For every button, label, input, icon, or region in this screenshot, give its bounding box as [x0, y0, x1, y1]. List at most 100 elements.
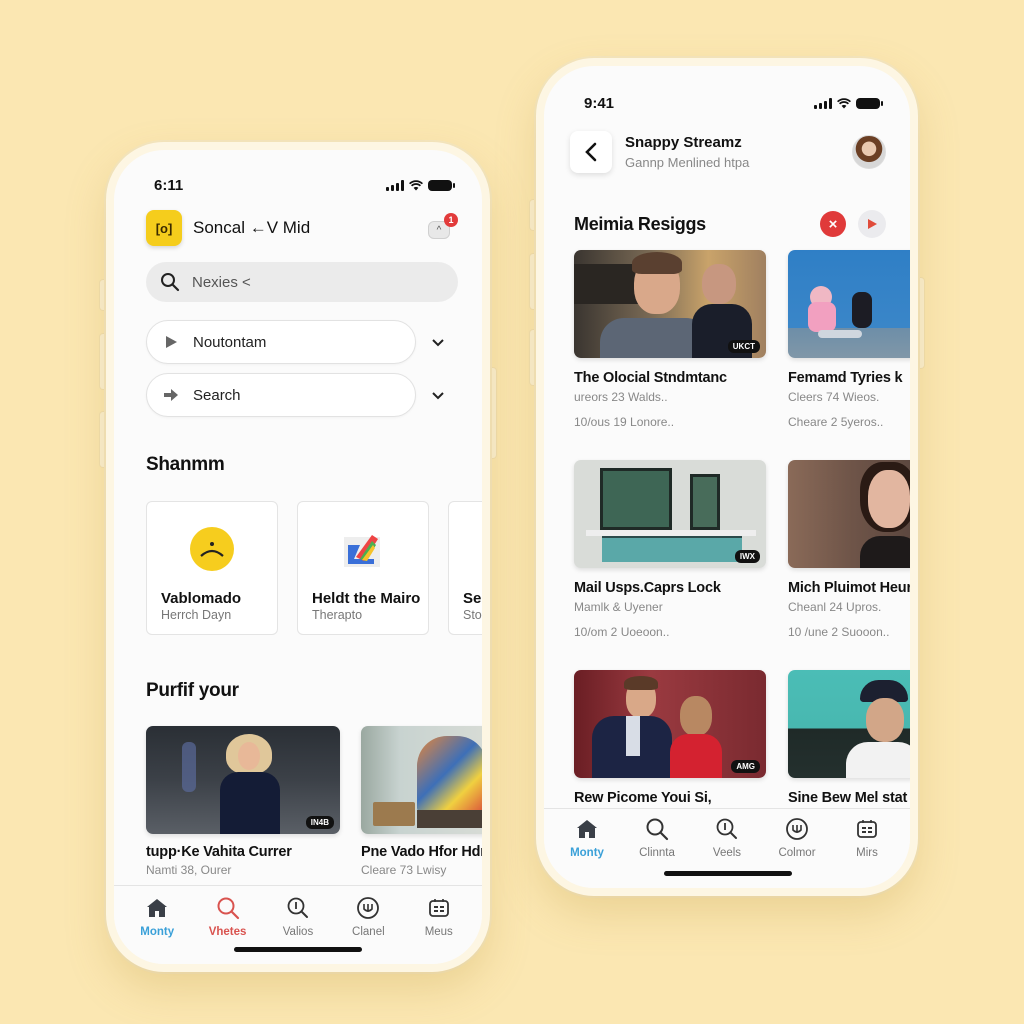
- tab-label: Clanel: [352, 926, 385, 938]
- notification-badge: 1: [444, 213, 458, 227]
- status-bar: 9:41: [544, 88, 910, 118]
- notification-button[interactable]: ^ 1: [428, 213, 458, 239]
- search-bar[interactable]: [146, 262, 458, 302]
- status-time: 6:11: [154, 176, 184, 194]
- tab-1[interactable]: Clinnta: [625, 817, 689, 888]
- tab-label: Vhetes: [208, 926, 247, 938]
- video-title: Sine Bew Mel stat: [788, 790, 908, 806]
- video-thumbnail[interactable]: IN4B: [146, 726, 340, 834]
- video-thumbnail[interactable]: AMG: [574, 670, 766, 778]
- dropdown-noutontam[interactable]: Noutontam: [146, 320, 416, 364]
- sad-face-icon: [190, 527, 234, 571]
- wifi-icon: [409, 179, 423, 190]
- video-subtitle: Cleare 73 Lwisy: [361, 863, 447, 877]
- channel-icon: [356, 896, 380, 920]
- dropdown-label: Search: [193, 386, 241, 404]
- video-thumbnail[interactable]: [788, 670, 910, 778]
- duration-badge: IWX: [734, 550, 760, 563]
- right-phone: 9:41 Snappy Streamz Gannp Menlined htpa …: [536, 58, 918, 896]
- tab-4[interactable]: Mirs: [835, 817, 899, 888]
- tab-0[interactable]: Monty: [555, 817, 619, 888]
- app-title: Soncal ←V Mid: [193, 218, 311, 237]
- video-title: Pne Vado Hfor Hdr: [361, 844, 486, 860]
- category-subtitle: Herrch Dayn: [161, 608, 232, 622]
- category-card[interactable]: Se Sto: [448, 501, 482, 635]
- duration-badge: AMG: [731, 760, 760, 773]
- dropdown-row-1: Noutontam: [146, 320, 456, 364]
- category-subtitle: Sto: [463, 608, 482, 622]
- video-subtitle: Namti 38, Ourer: [146, 863, 232, 877]
- status-time: 9:41: [584, 94, 615, 112]
- battery-icon: [428, 179, 455, 191]
- video-thumbnail[interactable]: [361, 726, 482, 834]
- search-icon: [645, 817, 669, 841]
- video-meta: 10 /une 2 Suooon..: [788, 625, 890, 639]
- tab-3[interactable]: Clanel: [336, 896, 400, 964]
- wifi-icon: [837, 97, 851, 108]
- category-card[interactable]: Vablomado Herrch Dayn: [146, 501, 278, 635]
- video-thumbnail[interactable]: [788, 460, 910, 568]
- tab-label: Meus: [424, 926, 453, 938]
- category-title: Vablomado: [161, 590, 242, 607]
- colorful-logo-icon: [344, 535, 380, 567]
- video-meta: Cleers 74 Wieos.: [788, 390, 880, 404]
- play-button[interactable]: [858, 210, 886, 238]
- video-title: Mail Usps.Caprs Lock: [574, 580, 721, 596]
- channel-icon: [785, 817, 809, 841]
- dropdown-search[interactable]: Search: [146, 373, 416, 417]
- video-meta: Cheanl 24 Upros.: [788, 600, 882, 614]
- tab-label: Valios: [282, 926, 314, 938]
- duration-badge: IN4B: [305, 816, 334, 829]
- video-title: Femamd Tyries k: [788, 370, 903, 386]
- channel-title: Snappy Streamz: [625, 134, 742, 151]
- tab-4[interactable]: Meus: [407, 896, 471, 964]
- chevron-down-icon[interactable]: [430, 334, 446, 350]
- home-indicator[interactable]: [234, 947, 362, 952]
- home-indicator[interactable]: [664, 871, 792, 876]
- tab-1[interactable]: Vhetes: [196, 896, 260, 964]
- tab-label: Mirs: [856, 847, 878, 859]
- arrow-right-icon: [163, 387, 179, 403]
- back-button[interactable]: [570, 131, 612, 173]
- section-title: Meimia Resiggs: [574, 213, 706, 234]
- section-title-categories: Shanmm: [146, 454, 225, 475]
- tab-0[interactable]: Monty: [125, 896, 189, 964]
- bottom-tab-bar: Monty Clinnta Veels Colmor Mirs: [544, 808, 910, 888]
- tab-label: Veels: [712, 847, 742, 859]
- video-meta: ureors 23 Walds..: [574, 390, 668, 404]
- category-subtitle: Therapto: [312, 608, 363, 622]
- category-card[interactable]: Heldt the Mairo Therapto: [297, 501, 429, 635]
- video-title: tupp·Ke Vahita Currer: [146, 844, 292, 860]
- video-thumbnail[interactable]: [788, 250, 910, 358]
- duration-badge: UKCT: [727, 340, 760, 353]
- tab-2[interactable]: Valios: [266, 896, 330, 964]
- play-icon: [163, 334, 179, 350]
- dropdown-label: Noutontam: [193, 333, 267, 351]
- close-button[interactable]: ×: [820, 211, 846, 237]
- search-input[interactable]: [192, 273, 432, 291]
- info-search-icon: [286, 896, 310, 920]
- tab-label: Monty: [140, 926, 175, 938]
- menu-calendar-icon: [855, 817, 879, 841]
- video-thumbnail[interactable]: UKCT: [574, 250, 766, 358]
- app-logo[interactable]: [o]: [146, 210, 182, 246]
- video-meta: 10/ous 19 Lonore..: [574, 415, 675, 429]
- info-search-icon: [715, 817, 739, 841]
- video-thumbnail[interactable]: IWX: [574, 460, 766, 568]
- video-title: The Olocial Stndmtanc: [574, 370, 727, 386]
- search-icon: [161, 273, 180, 292]
- app-header: [o] Soncal ←V Mid ^ 1: [146, 208, 458, 248]
- chevron-down-icon[interactable]: [430, 387, 446, 403]
- avatar[interactable]: [852, 135, 886, 169]
- home-icon: [145, 896, 169, 920]
- bottom-tab-bar: Monty Vhetes Valios Clanel Meus: [114, 885, 482, 964]
- tab-label: Monty: [570, 847, 604, 859]
- tab-3[interactable]: Colmor: [765, 817, 829, 888]
- signal-icon: [814, 97, 832, 109]
- left-phone: 6:11 [o] Soncal ←V Mid ^ 1 Noutontam Sea…: [106, 142, 490, 972]
- home-icon: [575, 817, 599, 841]
- video-title: Mich Pluimot Heur: [788, 580, 912, 596]
- video-title: Rew Picome Youi Si,: [574, 790, 712, 806]
- section-header: Meimia Resiggs ×: [574, 210, 886, 238]
- tab-2[interactable]: Veels: [695, 817, 759, 888]
